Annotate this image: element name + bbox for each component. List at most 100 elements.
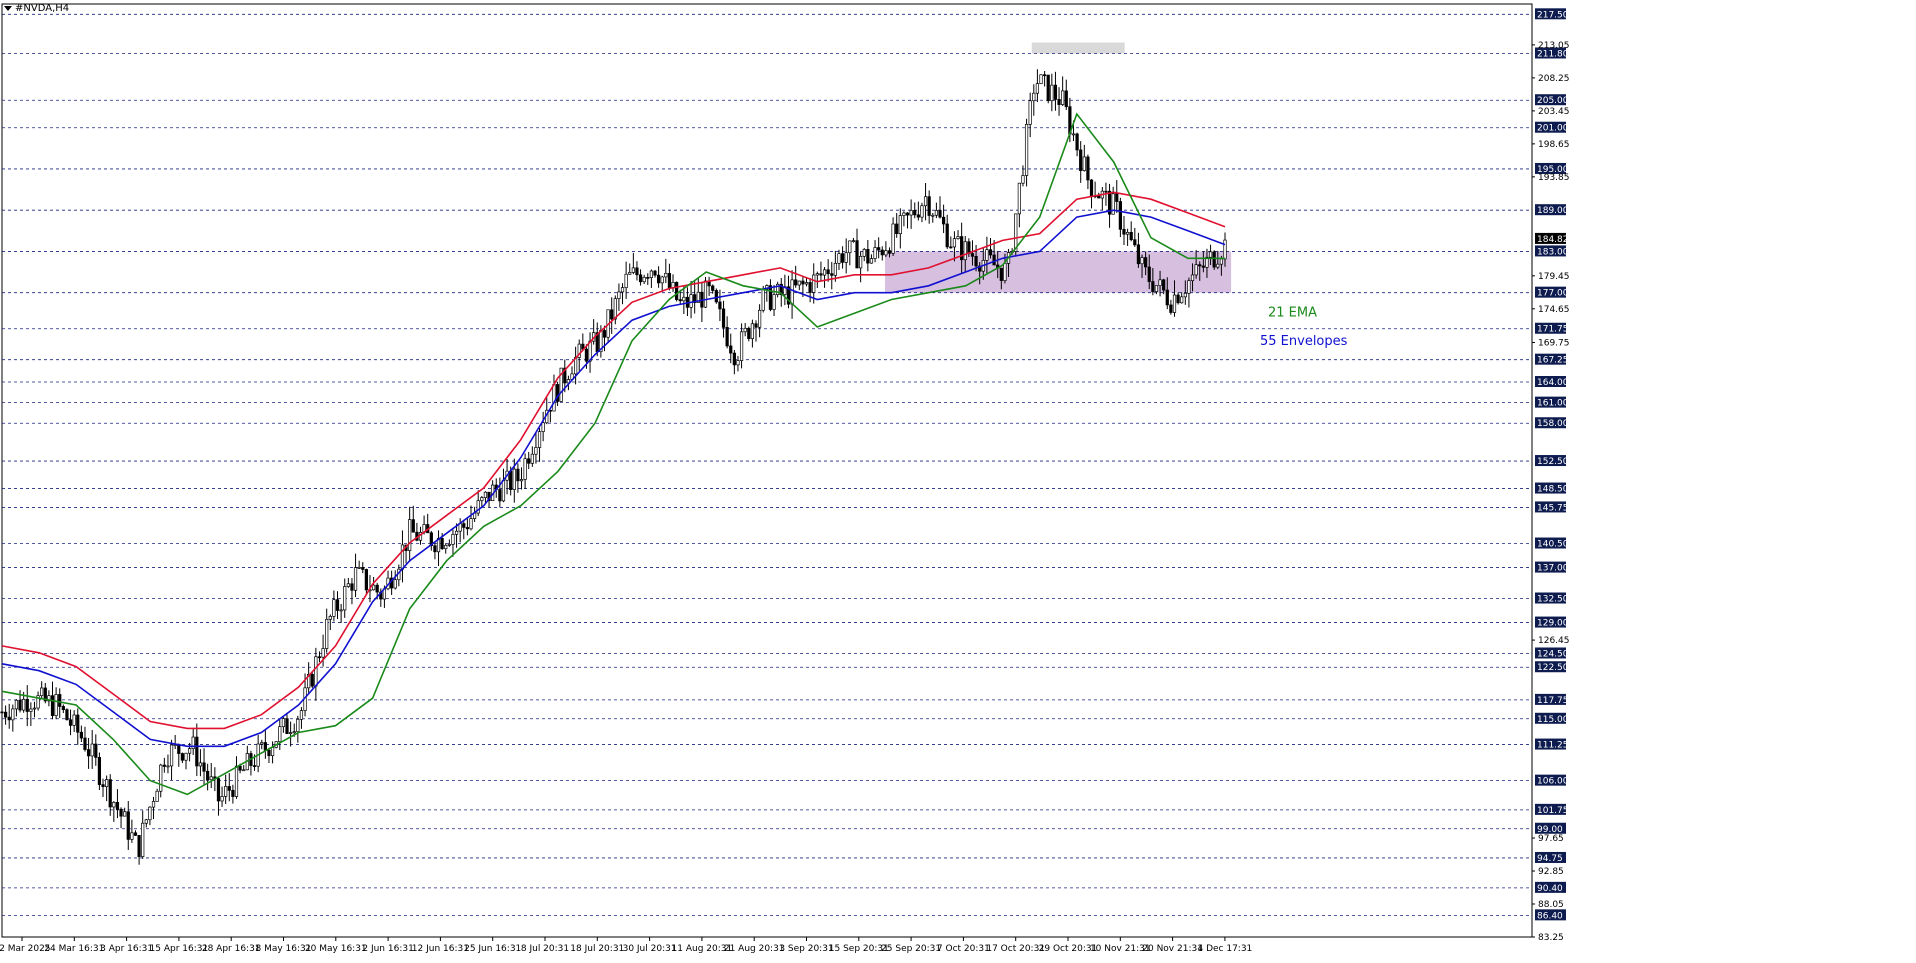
price-level-label: 177.00 bbox=[1537, 289, 1569, 299]
candle-body bbox=[664, 272, 668, 278]
candle-body bbox=[649, 270, 653, 278]
candle-body bbox=[112, 801, 116, 808]
price-level-label: 106.00 bbox=[1537, 777, 1569, 787]
candle-body bbox=[844, 252, 848, 263]
candle-body bbox=[768, 285, 773, 310]
y-tick-label: 169.75 bbox=[1538, 338, 1570, 348]
candle-body bbox=[877, 247, 881, 251]
candle-body bbox=[364, 569, 368, 591]
candle-body bbox=[0, 711, 4, 714]
candle-body bbox=[689, 294, 693, 308]
candle-body bbox=[444, 545, 448, 550]
candle-body bbox=[1187, 280, 1191, 294]
candle-body bbox=[635, 267, 639, 276]
candle-body bbox=[141, 822, 145, 857]
candle-body bbox=[952, 238, 957, 248]
candle-body bbox=[1115, 193, 1119, 202]
candle-body bbox=[1118, 201, 1122, 230]
candle-body bbox=[108, 779, 112, 808]
candle-body bbox=[1104, 190, 1108, 193]
candle-body bbox=[1046, 74, 1050, 102]
candle-body bbox=[454, 530, 459, 535]
candle-body bbox=[909, 210, 913, 216]
candle-body bbox=[534, 447, 538, 455]
candle-body bbox=[552, 384, 556, 412]
candle-body bbox=[732, 352, 736, 366]
candle-body bbox=[299, 710, 304, 720]
candle-body bbox=[198, 762, 203, 767]
candle-body bbox=[675, 282, 679, 300]
candle-body bbox=[231, 789, 235, 797]
candle-body bbox=[371, 584, 376, 591]
candle-body bbox=[772, 294, 776, 310]
candle-body bbox=[483, 491, 488, 498]
candle-body bbox=[963, 241, 967, 261]
y-tick-label: 126.45 bbox=[1538, 636, 1570, 646]
candle-body bbox=[1194, 264, 1198, 276]
y-tick-label: 208.25 bbox=[1538, 74, 1570, 84]
candle-body bbox=[206, 770, 210, 781]
x-tick-label: 18 Jul 20:31 bbox=[570, 944, 624, 954]
candle-body bbox=[920, 205, 924, 218]
x-tick-label: 25 Jun 16:31 bbox=[464, 944, 521, 954]
candle-body bbox=[931, 214, 935, 217]
price-level-label: 201.00 bbox=[1537, 124, 1569, 134]
candle-body bbox=[184, 752, 188, 761]
candle-body bbox=[94, 743, 98, 758]
candle-body bbox=[7, 716, 11, 721]
candle-body bbox=[220, 796, 224, 802]
candle-body bbox=[400, 544, 405, 570]
candle-body bbox=[411, 519, 415, 533]
candle-body bbox=[79, 731, 83, 739]
price-chart[interactable]: 217.50 211.80 205.00 201.00 195.00 189.00 183.… bbox=[0, 0, 1916, 963]
candle-body bbox=[934, 210, 938, 216]
candle-body bbox=[130, 832, 134, 840]
candle-body bbox=[451, 533, 455, 545]
dropdown-triangle-icon[interactable] bbox=[4, 5, 12, 11]
candle-body bbox=[462, 523, 466, 528]
candle-body bbox=[285, 718, 289, 734]
candle-body bbox=[602, 330, 607, 338]
candle-body bbox=[1144, 257, 1148, 268]
candle-body bbox=[819, 273, 823, 276]
price-level-label: 145.75 bbox=[1537, 503, 1569, 513]
price-level-label: 101.75 bbox=[1537, 806, 1569, 816]
candle-body bbox=[638, 274, 643, 283]
price-level-label: 129.00 bbox=[1537, 619, 1569, 629]
candle-body bbox=[797, 280, 801, 286]
candle-body bbox=[801, 280, 805, 285]
candle-body bbox=[325, 618, 329, 649]
x-tick-label: 12 Jun 16:31 bbox=[412, 944, 469, 954]
price-level-label: 161.00 bbox=[1537, 399, 1569, 409]
candle-body bbox=[1219, 258, 1224, 265]
candle-body bbox=[1122, 228, 1126, 235]
candle-body bbox=[1050, 84, 1054, 102]
candle-body bbox=[1071, 133, 1076, 136]
candle-body bbox=[999, 267, 1003, 281]
candle-body bbox=[159, 764, 163, 792]
x-tick-label: 17 Oct 20:31 bbox=[986, 944, 1045, 954]
candle-body bbox=[480, 497, 484, 502]
candle-body bbox=[1165, 289, 1169, 306]
candle-body bbox=[72, 714, 76, 726]
x-tick-label: 15 Apr 16:31 bbox=[150, 944, 209, 954]
price-level-label: 171.75 bbox=[1537, 325, 1569, 335]
candle-body bbox=[790, 279, 794, 305]
price-level-label: 183.00 bbox=[1537, 247, 1569, 257]
candle-body bbox=[703, 280, 708, 308]
x-tick-label: 25 Sep 20:31 bbox=[881, 944, 941, 954]
zone-peak bbox=[1031, 42, 1125, 54]
candle-body bbox=[718, 301, 722, 310]
candle-body bbox=[1125, 232, 1130, 235]
envelope-label: 55 Envelopes bbox=[1260, 334, 1348, 349]
chart-canvas[interactable]: 217.50211.80205.00201.00195.00189.00183.… bbox=[0, 0, 1916, 963]
candle-body bbox=[339, 609, 343, 612]
candle-body bbox=[620, 287, 625, 293]
candle-body bbox=[469, 518, 473, 530]
candle-body bbox=[1190, 274, 1195, 282]
candle-body bbox=[1158, 279, 1162, 287]
candle-body bbox=[65, 709, 69, 721]
x-tick-label: 3 Apr 16:31 bbox=[100, 944, 153, 954]
y-tick-label: 203.45 bbox=[1538, 107, 1570, 117]
x-tick-label: 24 Mar 16:31 bbox=[44, 944, 104, 954]
